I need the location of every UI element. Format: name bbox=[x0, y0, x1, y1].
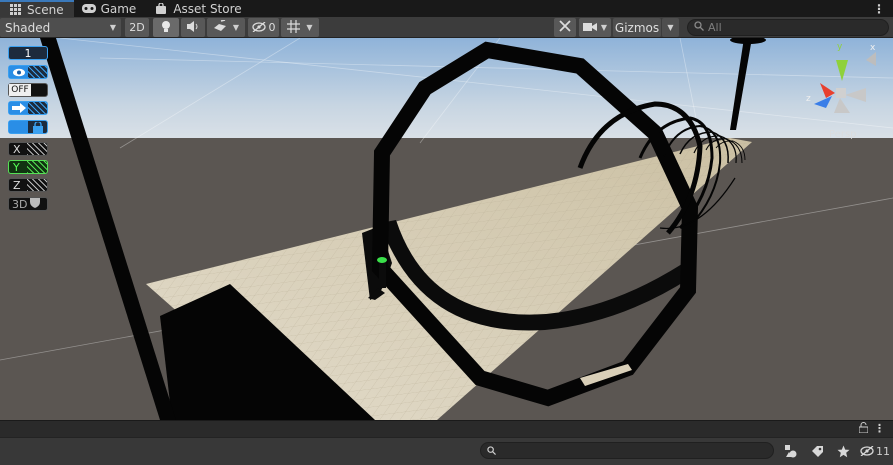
hierarchy-search-input[interactable] bbox=[480, 442, 774, 459]
audio-toggle-button[interactable] bbox=[181, 18, 205, 37]
projection-label[interactable]: Persp bbox=[829, 129, 857, 140]
chevron-down-icon: ▼ bbox=[109, 23, 116, 32]
shading-mode-label: Shaded bbox=[5, 20, 51, 35]
layer-index-value: 1 bbox=[24, 46, 32, 60]
eye-hidden-icon bbox=[251, 21, 266, 35]
gizmos-label: Gizmos bbox=[614, 20, 660, 35]
grid-hatch-icon bbox=[28, 102, 47, 114]
grid-snap-icon bbox=[287, 19, 301, 36]
tab-scene[interactable]: Scene bbox=[0, 0, 74, 17]
gizmo-x-label: x bbox=[870, 43, 876, 53]
editor-tab-bar: Scene Game Asset Store ⋮ bbox=[0, 0, 893, 17]
scene-toolbar: Shaded ▼ 2D ▼ 0 ▼ ▼ Gizmos ▼ All bbox=[0, 17, 893, 38]
gizmo-y-label: y bbox=[837, 42, 843, 52]
axis-x-toggle[interactable]: X bbox=[8, 142, 48, 156]
axis-z-label: Z bbox=[13, 178, 21, 192]
shopping-bag-icon bbox=[154, 3, 168, 15]
grid-hatch-icon bbox=[28, 66, 47, 78]
toggle-2d-button[interactable]: 2D bbox=[125, 18, 149, 37]
shield-icon bbox=[29, 197, 41, 211]
tab-asset-store[interactable]: Asset Store bbox=[146, 0, 251, 17]
hidden-count: 0 bbox=[268, 21, 276, 34]
lock-toggle[interactable] bbox=[8, 120, 48, 134]
gizmo-z-label: z bbox=[806, 94, 811, 104]
view-overlay-toggle[interactable] bbox=[8, 65, 48, 79]
off-toggle-label: OFF bbox=[9, 84, 31, 96]
scene-viewport[interactable]: y z x Persp 1 OFF X Y Z 3D bbox=[0, 38, 893, 420]
camera-settings-dropdown[interactable]: ▼ bbox=[579, 18, 611, 37]
tools-button[interactable] bbox=[554, 18, 576, 37]
grid-icon bbox=[8, 4, 22, 16]
panel-header-bar: ⋮ bbox=[0, 420, 893, 437]
tab-scene-label: Scene bbox=[27, 2, 64, 17]
scene-render bbox=[0, 38, 893, 420]
speaker-icon bbox=[186, 20, 200, 35]
more-options-icon[interactable]: ⋮ bbox=[874, 422, 885, 436]
hierarchy-toolbar: 11 bbox=[0, 437, 893, 465]
effects-dropdown[interactable]: ▼ bbox=[207, 18, 245, 37]
lighting-toggle-button[interactable] bbox=[153, 18, 179, 37]
more-options-icon[interactable]: ⋮ bbox=[873, 0, 885, 17]
wrench-icon bbox=[559, 20, 571, 35]
axis-z-toggle[interactable]: Z bbox=[8, 178, 48, 192]
eye-hidden-icon bbox=[860, 446, 874, 456]
move-snap-toggle[interactable] bbox=[8, 101, 48, 115]
off-toggle[interactable]: OFF bbox=[8, 83, 48, 97]
lock-icon[interactable] bbox=[858, 422, 869, 436]
toggle-2d-label: 2D bbox=[129, 21, 145, 34]
lock-icon bbox=[28, 121, 47, 133]
hidden-objects-count: 11 bbox=[876, 444, 890, 458]
search-placeholder: All bbox=[708, 21, 722, 34]
search-icon bbox=[694, 21, 704, 34]
type-filter-icon[interactable] bbox=[782, 442, 800, 460]
tab-game-label: Game bbox=[100, 1, 137, 16]
tab-game[interactable]: Game bbox=[74, 0, 147, 17]
mode-3d-toggle[interactable]: 3D bbox=[8, 197, 48, 211]
gizmos-dropdown[interactable]: ▼ bbox=[662, 18, 679, 37]
scene-search-input[interactable]: All bbox=[687, 19, 889, 36]
eye-icon bbox=[9, 66, 28, 78]
grid-snap-dropdown[interactable]: ▼ bbox=[281, 18, 319, 37]
scene-visibility-toggle[interactable]: 0 bbox=[248, 18, 279, 37]
gizmos-button[interactable]: Gizmos bbox=[613, 18, 661, 37]
gamepad-icon bbox=[81, 3, 96, 15]
axis-x-label: X bbox=[13, 142, 21, 156]
search-icon bbox=[487, 444, 496, 458]
axis-y-label: Y bbox=[13, 160, 20, 174]
label-tag-icon[interactable] bbox=[808, 442, 826, 460]
chevron-down-icon: ▼ bbox=[600, 23, 608, 32]
shading-mode-dropdown[interactable]: Shaded ▼ bbox=[0, 18, 121, 37]
arrow-right-icon bbox=[9, 102, 28, 114]
effects-icon bbox=[213, 19, 227, 35]
layer-index-field[interactable]: 1 bbox=[8, 46, 48, 60]
camera-icon bbox=[582, 21, 597, 35]
chevron-down-icon: ▼ bbox=[306, 23, 313, 32]
hidden-objects-toggle[interactable]: 11 bbox=[860, 442, 890, 460]
mode-3d-label: 3D bbox=[12, 197, 28, 211]
chevron-down-icon: ▼ bbox=[232, 23, 240, 32]
lightbulb-icon bbox=[161, 20, 171, 36]
tab-asset-store-label: Asset Store bbox=[173, 1, 242, 16]
axis-y-toggle[interactable]: Y bbox=[8, 160, 48, 174]
chevron-down-icon: ▼ bbox=[667, 23, 674, 32]
favorite-star-icon[interactable] bbox=[834, 442, 852, 460]
